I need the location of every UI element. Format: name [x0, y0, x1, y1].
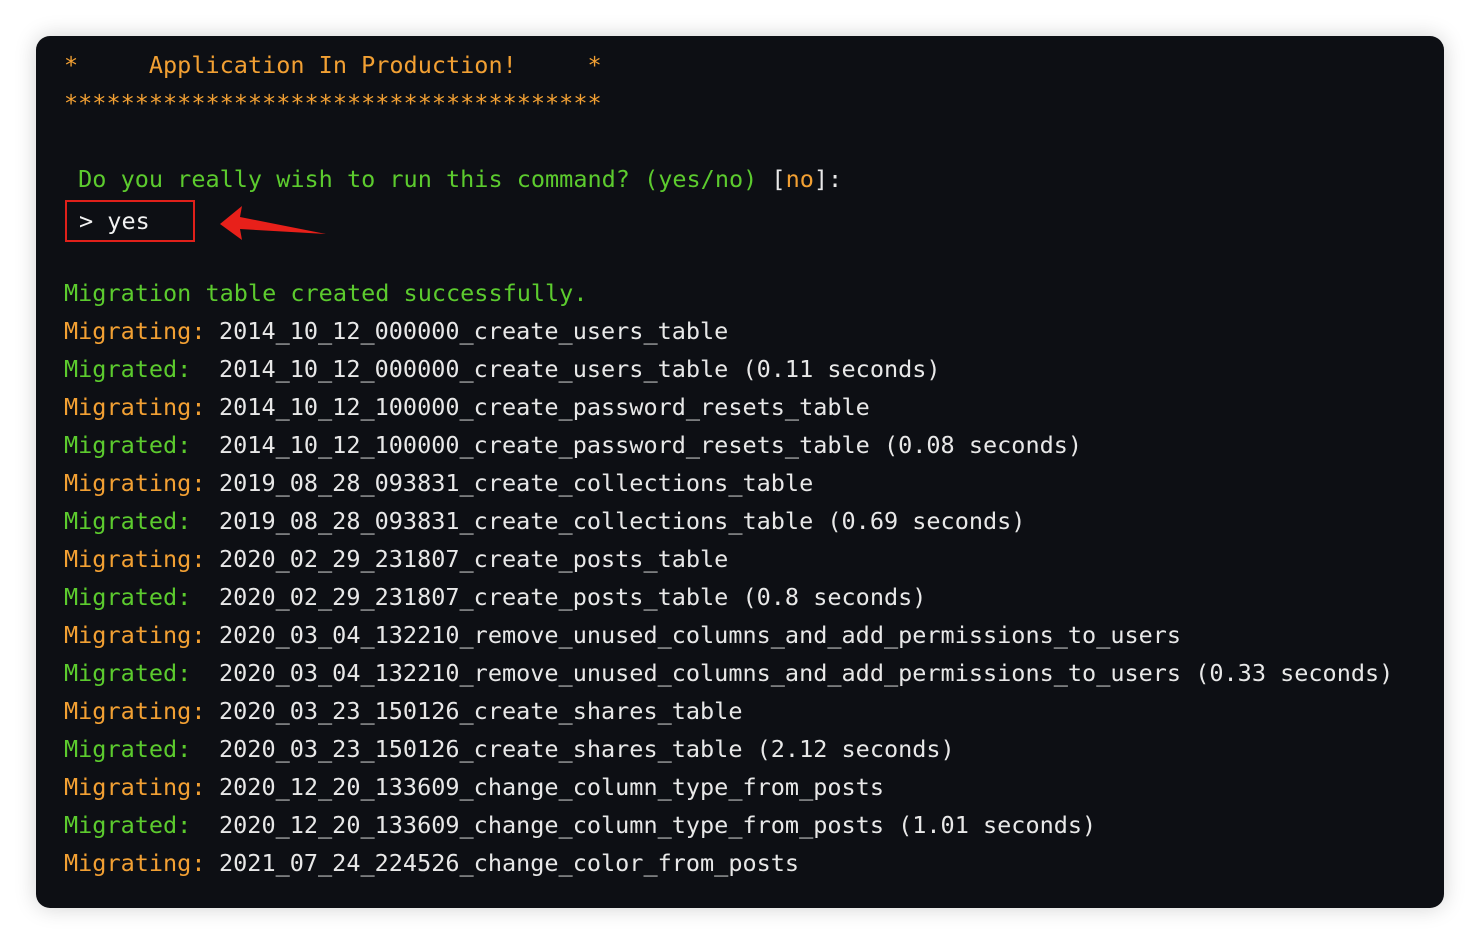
- migration-name: 2020_03_23_150126_create_shares_table (2…: [219, 735, 955, 763]
- migration-line: Migrating: 2021_07_24_224526_change_color…: [64, 848, 799, 878]
- migration-name: 2014_10_12_000000_create_users_table (0.…: [219, 355, 941, 383]
- migration-line: Migrating: 2019_08_28_093831_create_colle…: [64, 468, 813, 498]
- confirm-question: Do you really wish to run this command? …: [64, 165, 772, 193]
- migration-status-label: Migrating:: [64, 849, 206, 877]
- banner-stars: **************************************: [64, 89, 602, 117]
- migration-name: 2019_08_28_093831_create_collections_tab…: [219, 507, 1026, 535]
- migration-line: Migrated: 2020_12_20_133609_change_column…: [64, 810, 1096, 840]
- default-bracket-open: [: [771, 165, 786, 193]
- migration-name: 2014_10_12_100000_create_password_resets…: [219, 393, 870, 421]
- migration-status-label: Migrating:: [64, 469, 206, 497]
- migration-name: 2020_02_29_231807_create_posts_table: [219, 545, 729, 573]
- migration-status-label: Migrated:: [64, 735, 192, 763]
- default-answer: no: [785, 165, 814, 193]
- migration-table-created: Migration table created successfully.: [64, 279, 588, 307]
- migration-name: 2020_02_29_231807_create_posts_table (0.…: [219, 583, 927, 611]
- migration-line: Migrating: 2014_10_12_100000_create_passw…: [64, 392, 870, 422]
- migration-line: Migrated: 2020_02_29_231807_create_posts_…: [64, 582, 926, 612]
- migration-status-label: Migrated:: [64, 659, 192, 687]
- migration-status-label: Migrated:: [64, 507, 192, 535]
- migration-line: Migrating: 2020_03_23_150126_create_share…: [64, 696, 742, 726]
- default-bracket-close: ]:: [813, 165, 843, 193]
- migration-name: 2014_10_12_100000_create_password_resets…: [219, 431, 1083, 459]
- migration-status-label: Migrated:: [64, 583, 192, 611]
- migration-status-label: Migrating:: [64, 773, 206, 801]
- migration-status-label: Migrating:: [64, 621, 206, 649]
- red-arrow-pointer-icon: [220, 206, 326, 240]
- answer-highlight-box: > yes: [65, 200, 195, 242]
- migration-line: Migrated: 2014_10_12_100000_create_passwo…: [64, 430, 1082, 460]
- production-banner: * Application In Production! *: [64, 51, 602, 79]
- migration-status-label: Migrating:: [64, 545, 206, 573]
- migration-line: Migrating: 2020_02_29_231807_create_posts…: [64, 544, 728, 574]
- migration-line: Migrated: 2020_03_04_132210_remove_unused…: [64, 658, 1393, 688]
- migration-name: 2019_08_28_093831_create_collections_tab…: [219, 469, 814, 497]
- terminal-window: * Application In Production! * *********…: [36, 36, 1444, 908]
- answer-input[interactable]: > yes: [79, 204, 150, 238]
- migration-status-label: Migrated:: [64, 811, 192, 839]
- migration-line: Migrating: 2014_10_12_000000_create_users…: [64, 316, 728, 346]
- confirm-prompt: Do you really wish to run this command? …: [64, 164, 842, 194]
- migration-line: Migrated: 2014_10_12_000000_create_users_…: [64, 354, 941, 384]
- migration-line: Migrated: 2019_08_28_093831_create_collec…: [64, 506, 1025, 536]
- migration-status-label: Migrated:: [64, 355, 192, 383]
- migration-status-label: Migrated:: [64, 431, 192, 459]
- migration-name: 2021_07_24_224526_change_color_from_post…: [219, 849, 800, 877]
- migration-line: Migrating: 2020_12_20_133609_change_colum…: [64, 772, 884, 802]
- migration-line: Migrating: 2020_03_04_132210_remove_unuse…: [64, 620, 1181, 650]
- migration-name: 2020_03_23_150126_create_shares_table: [219, 697, 743, 725]
- migration-name: 2020_12_20_133609_change_column_type_fro…: [219, 811, 1097, 839]
- migration-status-label: Migrating:: [64, 317, 206, 345]
- migration-name: 2020_03_04_132210_remove_unused_columns_…: [219, 621, 1182, 649]
- migration-name: 2020_03_04_132210_remove_unused_columns_…: [219, 659, 1394, 687]
- migration-status-label: Migrating:: [64, 697, 206, 725]
- migration-line: Migrated: 2020_03_23_150126_create_shares…: [64, 734, 955, 764]
- migration-name: 2020_12_20_133609_change_column_type_fro…: [219, 773, 884, 801]
- migration-status-label: Migrating:: [64, 393, 206, 421]
- migration-name: 2014_10_12_000000_create_users_table: [219, 317, 729, 345]
